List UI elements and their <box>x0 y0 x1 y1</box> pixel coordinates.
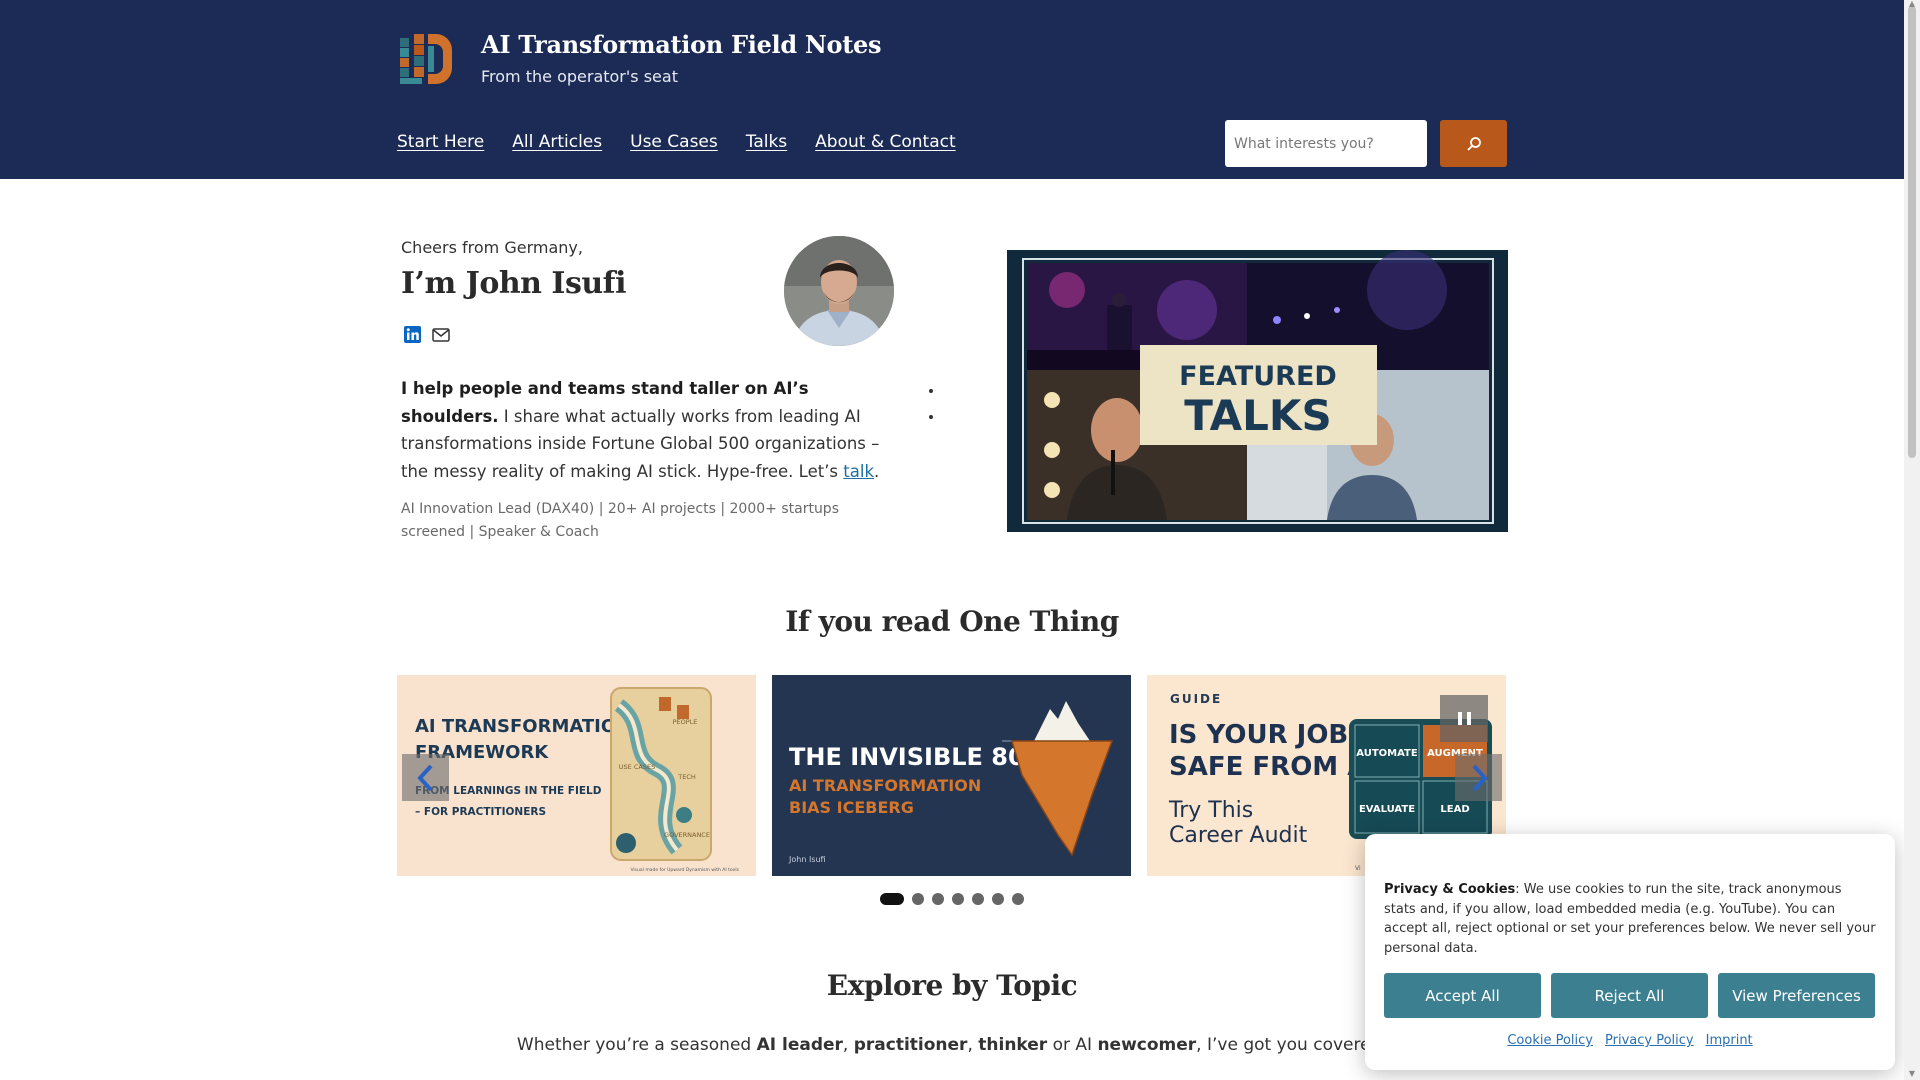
card2-subtitle1: AI TRANSFORMATION <box>789 776 981 795</box>
scroll-down-arrow[interactable]: ▼ <box>1907 1070 1917 1078</box>
site-tagline: From the operator's seat <box>481 67 678 86</box>
card2-title: THE INVISIBLE 80% <box>789 743 1049 771</box>
social-links <box>404 326 450 343</box>
scroll-up-arrow[interactable]: ▲ <box>1907 0 1917 8</box>
carousel-prev-button[interactable] <box>402 754 449 801</box>
talk-link[interactable]: talk <box>843 462 874 481</box>
accept-all-button[interactable]: Accept All <box>1384 973 1541 1018</box>
card3-grid-label: LEAD <box>1440 804 1469 815</box>
chevron-right-icon <box>1472 764 1488 791</box>
card3-footnote: Vi <box>1355 865 1361 872</box>
privacy-policy-link[interactable]: Privacy Policy <box>1605 1033 1694 1048</box>
one-thing-title: If you read One Thing <box>785 605 1119 638</box>
carousel-dot[interactable] <box>932 893 944 905</box>
cookie-policy-link[interactable]: Cookie Policy <box>1507 1033 1593 1048</box>
cookie-text: Privacy & Cookies: We use cookies to run… <box>1384 882 1876 956</box>
carousel-dot[interactable] <box>972 893 984 905</box>
card3-kicker: GUIDE <box>1170 692 1222 706</box>
carousel-next-button[interactable] <box>1455 754 1502 801</box>
nav-use-cases[interactable]: Use Cases <box>630 132 718 152</box>
nav-talks[interactable]: Talks <box>746 132 787 152</box>
card1-map-label: TECH <box>677 773 696 781</box>
site-header: AI Transformation Field Notes From the o… <box>0 0 1904 179</box>
card2-subtitle2: BIAS ICEBERG <box>789 798 914 817</box>
carousel-dot[interactable] <box>912 893 924 905</box>
site-logo[interactable] <box>398 32 452 86</box>
search-input[interactable] <box>1225 120 1427 167</box>
card1-map-label: USE CASES <box>619 763 655 771</box>
card1-map-label: PEOPLE <box>673 718 698 726</box>
avatar <box>784 236 894 346</box>
featured-line1: FEATURED <box>1179 361 1337 392</box>
carousel-dot[interactable] <box>880 893 904 905</box>
intro-name: I’m John Isufi <box>401 266 626 301</box>
page: AI Transformation Field Notes From the o… <box>0 0 1904 1080</box>
decor-dot <box>929 415 933 419</box>
carousel-dot[interactable] <box>1012 893 1024 905</box>
card2-author: John Isufi <box>788 855 826 864</box>
intro-greeting: Cheers from Germany, <box>401 238 583 257</box>
cookie-links: Cookie Policy Privacy Policy Imprint <box>1365 1033 1895 1048</box>
view-preferences-button[interactable]: View Preferences <box>1718 973 1875 1018</box>
intro-credentials: AI Innovation Lead (DAX40) | 20+ AI proj… <box>401 501 839 540</box>
card1-title1: AI TRANSFORMATION <box>415 716 631 737</box>
main-nav: Start Here All Articles Use Cases Talks … <box>397 132 956 152</box>
site-title[interactable]: AI Transformation Field Notes <box>481 30 882 59</box>
linkedin-icon[interactable] <box>404 326 421 343</box>
card3-title1: IS YOUR JOB <box>1169 720 1348 750</box>
card1-subtitle2: – FOR PRACTITIONERS <box>415 806 546 818</box>
card3-cta1: Try This <box>1168 798 1253 823</box>
chevron-left-icon <box>416 764 432 791</box>
nav-start-here[interactable]: Start Here <box>397 132 484 152</box>
cookie-banner: Privacy & Cookies: We use cookies to run… <box>1365 834 1895 1070</box>
mail-icon[interactable] <box>432 327 450 342</box>
nav-about-contact[interactable]: About & Contact <box>815 132 955 152</box>
card3-grid-label: AUTOMATE <box>1356 748 1418 759</box>
card3-cta2: Career Audit <box>1169 823 1308 848</box>
imprint-link[interactable]: Imprint <box>1706 1033 1753 1048</box>
card1-map-label: GOVERNANCE <box>664 831 710 839</box>
featured-talks-banner[interactable]: FEATURED TALKS <box>1007 250 1508 532</box>
carousel-dot[interactable] <box>992 893 1004 905</box>
scrollbar-thumb[interactable] <box>1908 6 1916 458</box>
card3-grid-label: EVALUATE <box>1359 804 1415 815</box>
carousel-dot[interactable] <box>952 893 964 905</box>
bio-end: . <box>874 461 880 481</box>
carousel-pause-button[interactable] <box>1440 695 1488 742</box>
nav-all-articles[interactable]: All Articles <box>512 132 602 152</box>
article-card-framework[interactable]: AI TRANSFORMATION FRAMEWORK FROM LEARNIN… <box>397 675 756 876</box>
pause-icon <box>1457 712 1462 725</box>
carousel-dots <box>880 893 1024 905</box>
search-icon <box>1466 136 1481 151</box>
decor-dot <box>929 389 933 393</box>
search-button[interactable] <box>1440 120 1507 167</box>
card1-footnote: Visual made for Upward Dynamism with AI … <box>630 867 739 873</box>
article-card-iceberg[interactable]: THE INVISIBLE 80% AI TRANSFORMATION BIAS… <box>772 675 1131 876</box>
featured-line2: TALKS <box>1184 391 1331 440</box>
intro-bio: I help people and teams stand taller on … <box>401 375 901 485</box>
reject-all-button[interactable]: Reject All <box>1551 973 1708 1018</box>
